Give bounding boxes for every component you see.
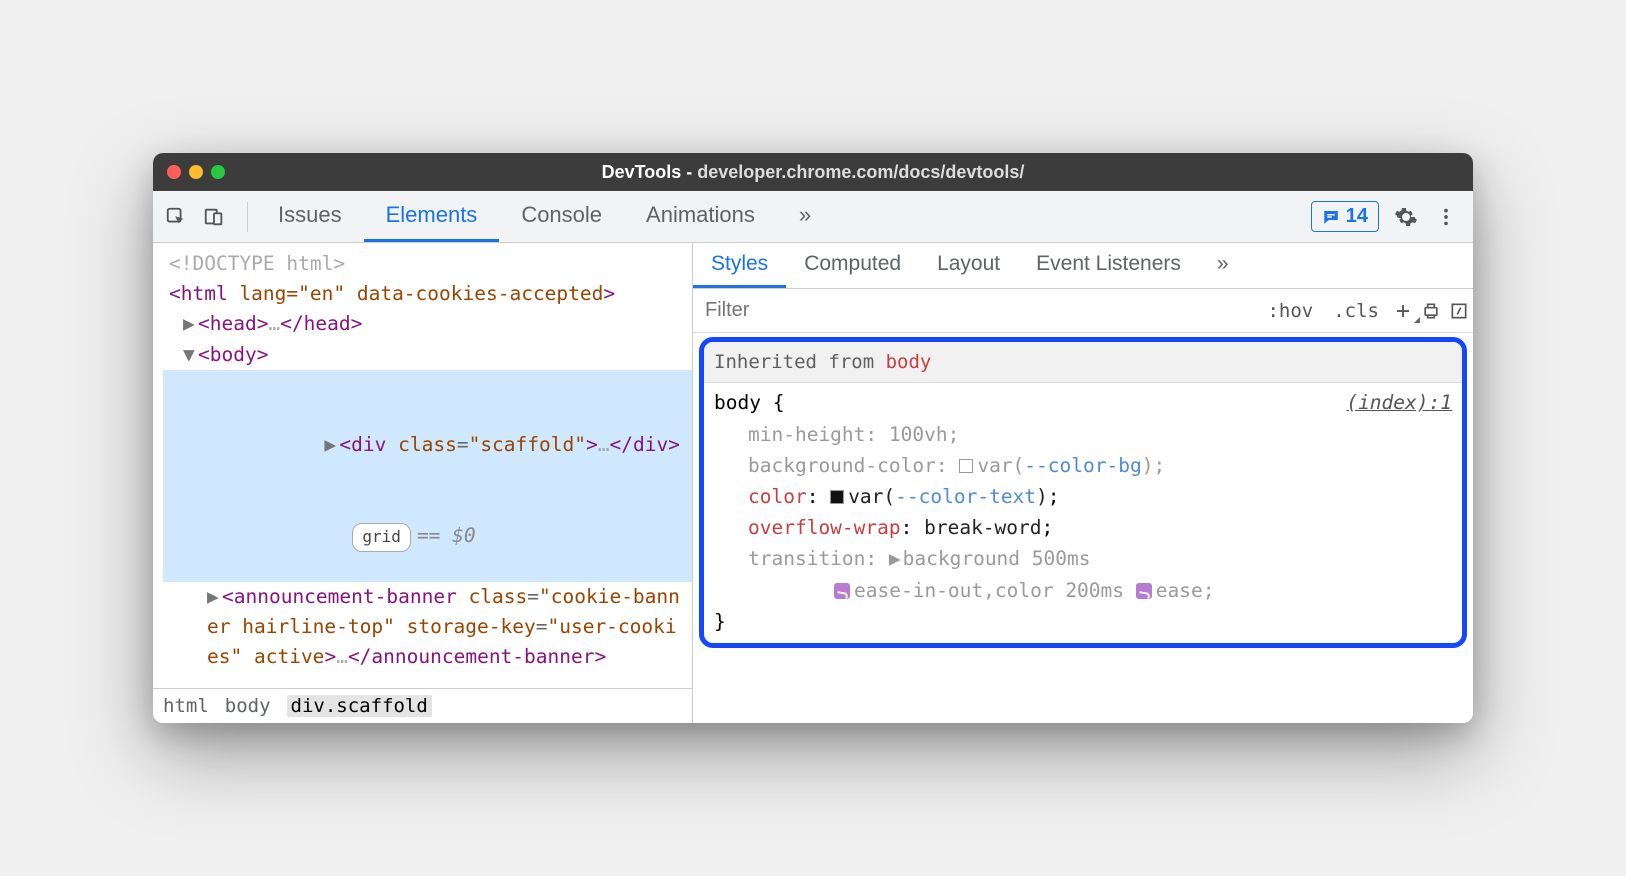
new-rule-icon[interactable]	[1389, 302, 1417, 320]
inspect-element-icon[interactable]	[163, 204, 189, 230]
dom-html-open[interactable]: <html lang="en" data-cookies-accepted>	[163, 279, 692, 309]
dom-announcement-banner[interactable]: ▶<announcement-banner class="cookie-bann…	[163, 582, 692, 673]
decl-color[interactable]: color: var(--color-text);	[714, 481, 1452, 512]
stab-layout[interactable]: Layout	[919, 243, 1018, 288]
stab-eventlisteners[interactable]: Event Listeners	[1018, 243, 1199, 288]
title-prefix: DevTools -	[602, 162, 698, 182]
inherited-header: Inherited from body	[704, 342, 1462, 383]
settings-icon[interactable]	[1393, 204, 1419, 230]
styles-pane: Styles Computed Layout Event Listeners »…	[693, 243, 1473, 723]
decl-min-height[interactable]: min-height: 100vh;	[714, 419, 1452, 450]
device-toggle-icon[interactable]	[201, 204, 227, 230]
close-window-button[interactable]	[167, 165, 181, 179]
tab-elements[interactable]: Elements	[364, 191, 500, 242]
kebab-menu-icon[interactable]	[1433, 204, 1459, 230]
css-rule-body[interactable]: body { (index):1 min-height: 100vh; back…	[704, 383, 1462, 643]
computed-toggle-icon[interactable]	[1445, 301, 1473, 321]
titlebar: DevTools - developer.chrome.com/docs/dev…	[153, 153, 1473, 191]
dom-scaffold-badge-line[interactable]: grid == $0	[163, 491, 692, 582]
inherited-from-selector[interactable]: body	[886, 351, 932, 373]
tab-console[interactable]: Console	[499, 191, 624, 242]
window-title: DevTools - developer.chrome.com/docs/dev…	[153, 162, 1473, 183]
grid-badge[interactable]: grid	[352, 523, 411, 552]
rule-selector[interactable]: body	[714, 391, 761, 414]
bezier-swatch-icon[interactable]	[1136, 583, 1152, 599]
crumb-body[interactable]: body	[225, 695, 271, 717]
inherited-block-highlight: Inherited from body body { (index):1 min…	[699, 337, 1467, 648]
styles-tabs: Styles Computed Layout Event Listeners »	[693, 243, 1473, 289]
main-tabs: Issues Elements Console Animations »	[256, 191, 833, 242]
crumb-scaffold[interactable]: div.scaffold	[287, 695, 432, 717]
crumb-html[interactable]: html	[163, 695, 209, 717]
devtools-window: DevTools - developer.chrome.com/docs/dev…	[153, 153, 1473, 723]
stab-more[interactable]: »	[1199, 243, 1247, 288]
bezier-swatch-icon[interactable]	[834, 583, 850, 599]
styles-filter-input[interactable]	[693, 299, 1257, 322]
traffic-lights	[167, 165, 225, 179]
stab-styles[interactable]: Styles	[693, 243, 786, 288]
color-swatch-text[interactable]	[830, 490, 844, 504]
breadcrumbs: html body div.scaffold	[153, 688, 692, 723]
dom-scaffold-line[interactable]: ⋯ ▶<div class="scaffold">…</div>	[163, 370, 692, 491]
elements-pane: <!DOCTYPE html> <html lang="en" data-coo…	[153, 243, 693, 723]
dom-body[interactable]: ▼<body>	[163, 340, 692, 370]
title-url: developer.chrome.com/docs/devtools/	[697, 162, 1024, 182]
dom-head[interactable]: ▶<head>…</head>	[163, 309, 692, 339]
dom-tree[interactable]: <!DOCTYPE html> <html lang="en" data-coo…	[153, 243, 692, 688]
issues-count: 14	[1346, 205, 1368, 228]
color-swatch-bg[interactable]	[959, 459, 973, 473]
maximize-window-button[interactable]	[211, 165, 225, 179]
decl-overflow-wrap[interactable]: overflow-wrap: break-word;	[714, 512, 1452, 543]
dom-doctype[interactable]: <!DOCTYPE html>	[163, 249, 692, 279]
decl-background-color[interactable]: background-color: var(--color-bg);	[714, 450, 1452, 481]
issues-badge[interactable]: 14	[1311, 201, 1379, 232]
styles-body: Inherited from body body { (index):1 min…	[693, 333, 1473, 723]
separator	[247, 202, 248, 232]
stab-computed[interactable]: Computed	[786, 243, 919, 288]
message-icon	[1322, 208, 1340, 226]
cls-toggle[interactable]: .cls	[1323, 300, 1389, 322]
rule-source-link[interactable]: (index):1	[1346, 387, 1452, 418]
tab-issues[interactable]: Issues	[256, 191, 364, 242]
decl-transition-cont[interactable]: ease-in-out,color 200ms ease;	[714, 575, 1452, 606]
styles-filter-row: :hov .cls	[693, 289, 1473, 333]
main-toolbar: Issues Elements Console Animations » 14	[153, 191, 1473, 243]
print-media-icon[interactable]	[1417, 301, 1445, 321]
inherited-label: Inherited from	[714, 351, 886, 373]
hov-toggle[interactable]: :hov	[1257, 300, 1323, 322]
tab-animations[interactable]: Animations	[624, 191, 777, 242]
content-panes: <!DOCTYPE html> <html lang="en" data-coo…	[153, 243, 1473, 723]
expand-shorthand-icon[interactable]: ▶	[889, 547, 901, 570]
selected-marker: == $0	[417, 524, 476, 547]
decl-transition[interactable]: transition: ▶background 500ms	[714, 543, 1452, 574]
tab-more[interactable]: »	[777, 191, 833, 242]
minimize-window-button[interactable]	[189, 165, 203, 179]
